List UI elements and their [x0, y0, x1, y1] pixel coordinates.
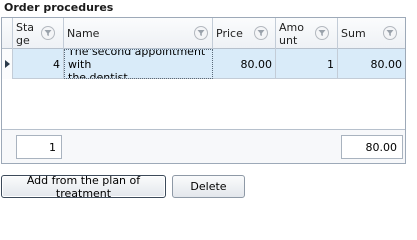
add-from-plan-button[interactable]: Add from the plan of treatment	[1, 174, 166, 200]
cell-stage[interactable]: 4	[13, 49, 64, 79]
footer-count: 1	[16, 135, 62, 159]
filter-icon[interactable]	[315, 26, 329, 40]
filter-icon[interactable]	[41, 26, 55, 40]
procedures-grid[interactable]: Sta ge Name Price Amo unt Sum 4 The seco…	[1, 17, 406, 164]
column-header-label: Sum	[341, 27, 366, 40]
column-header-label: ge	[16, 34, 30, 47]
row-indicator	[2, 49, 13, 79]
cell-name-line: The second appointment with	[68, 49, 206, 71]
column-header-amount[interactable]: Amo unt	[276, 18, 338, 49]
cell-name[interactable]: The second appointment with the dentist	[64, 49, 213, 79]
filter-icon[interactable]	[383, 26, 397, 40]
table-row[interactable]: 4 The second appointment with the dentis…	[2, 49, 405, 79]
current-row-arrow-icon	[5, 60, 10, 68]
section-title: Order procedures	[4, 1, 114, 14]
filter-icon[interactable]	[254, 26, 268, 40]
column-header-stage[interactable]: Sta ge	[13, 18, 64, 49]
column-header-price[interactable]: Price	[213, 18, 276, 49]
grid-footer: 1 80.00	[2, 129, 405, 163]
delete-button[interactable]: Delete	[172, 175, 245, 198]
cell-sum[interactable]: 80.00	[338, 49, 405, 79]
row-indicator-header	[2, 18, 13, 49]
column-header-name[interactable]: Name	[64, 18, 213, 49]
cell-price[interactable]: 80.00	[213, 49, 276, 79]
filter-icon[interactable]	[194, 26, 208, 40]
column-header-label: Price	[216, 27, 243, 40]
column-header-label: Sta	[16, 21, 35, 34]
cell-amount[interactable]: 1	[276, 49, 338, 79]
grid-header: Sta ge Name Price Amo unt Sum	[2, 18, 405, 49]
cell-name-line: the dentist	[68, 70, 128, 79]
column-header-sum[interactable]: Sum	[338, 18, 405, 49]
column-header-label: Name	[67, 27, 100, 40]
footer-sum-total: 80.00	[341, 135, 403, 159]
